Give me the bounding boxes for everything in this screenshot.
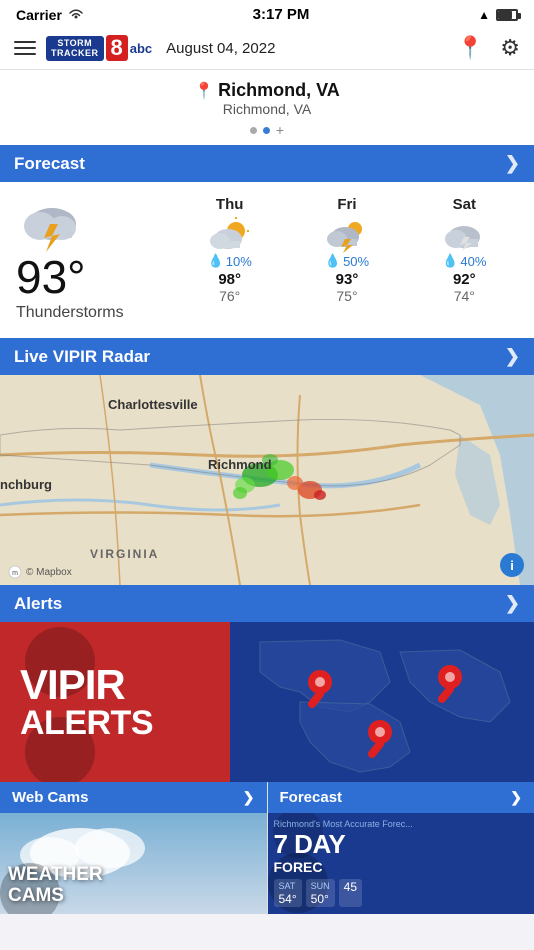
current-condition: Thunderstorms	[16, 304, 124, 322]
forecast-section-header[interactable]: Forecast ❯	[0, 145, 534, 182]
fri-lo: 75°	[336, 288, 357, 304]
forecast-bottom-chevron-icon: ❯	[510, 789, 522, 806]
webcams-header[interactable]: Web Cams ❯	[0, 782, 267, 813]
logo-tracker: TRACKER	[51, 48, 99, 58]
fri-precip: 💧 50%	[325, 253, 369, 269]
forecast-7day-title: 7 DAY	[274, 831, 529, 857]
forecast-card: 93° Thunderstorms Thu 💧 1	[0, 182, 534, 338]
map-city-charlottesville: Charlottesville	[108, 397, 198, 412]
app-logo: STORM TRACKER 8 abc	[46, 35, 152, 61]
forecast-day-sat: SAT 54°	[274, 879, 302, 907]
radar-map[interactable]: Charlottesville Richmond nchburg VIRGINI…	[0, 375, 534, 585]
logo-abc: abc	[130, 41, 152, 56]
thu-hi: 98°	[218, 271, 241, 288]
dot-active[interactable]	[263, 127, 270, 134]
alerts-text: VIPIR ALERTS	[0, 644, 173, 760]
forecast-day-sun: SUN 50°	[306, 879, 335, 907]
menu-button[interactable]	[14, 41, 36, 55]
forecast-temp-row: SAT 54° SUN 50° 45	[274, 879, 529, 907]
logo-number: 8	[106, 35, 128, 61]
webcams-text: WEATHER CAMS	[8, 865, 103, 907]
map-svg	[0, 375, 534, 585]
webcams-chevron-icon: ❯	[243, 789, 255, 806]
sat-weather-icon	[442, 217, 486, 253]
location-pin-icon[interactable]: 📍	[457, 35, 484, 61]
map-city-richmond: Richmond	[208, 457, 272, 472]
forecast-bottom-label: Forecast	[280, 789, 343, 806]
alerts-chevron-icon: ❯	[505, 593, 520, 614]
battery-icon	[496, 9, 518, 21]
forecast-tagline: Richmond's Most Accurate Forec...	[274, 819, 529, 829]
thu-weather-icon	[208, 217, 252, 253]
current-temp: 93°	[16, 254, 86, 300]
forecast-bottom-card[interactable]: Forecast ❯ Richmond's Most Accurate Fore…	[268, 782, 534, 915]
location-subname: Richmond, VA	[16, 101, 518, 117]
location-arrow-icon: ▲	[478, 8, 490, 22]
status-bar: Carrier 3:17 PM ▲	[0, 0, 534, 27]
forecast-bottom-content: Richmond's Most Accurate Forec... 7 DAY …	[268, 813, 534, 914]
alerts-card[interactable]: VIPIR ALERTS	[0, 622, 534, 782]
mapbox-logo-icon: m	[8, 565, 22, 579]
dot-add[interactable]: +	[276, 123, 284, 137]
forecast-chevron-icon: ❯	[505, 153, 520, 174]
day-thu-label: Thu	[216, 196, 244, 213]
header-date: August 04, 2022	[166, 40, 447, 57]
thu-precip: 💧 10%	[208, 253, 252, 269]
radar-section-label: Live VIPIR Radar	[14, 347, 150, 367]
wifi-icon	[68, 7, 84, 23]
alerts-sub-label: ALERTS	[20, 706, 153, 740]
forecast-day-sat: Sat 💧 40% 92° 74°	[429, 196, 499, 304]
alerts-vipir-label: VIPIR	[20, 664, 153, 706]
webcams-card[interactable]: Web Cams ❯ WEATHER	[0, 782, 267, 915]
fri-hi: 93°	[336, 271, 359, 288]
forecast-days: Thu 💧 10% 98° 76°	[176, 196, 518, 304]
logo-storm: STORM	[57, 38, 92, 48]
state-label: VIRGINIA	[90, 547, 159, 561]
header-icons: 📍 ⚙	[457, 35, 520, 61]
sat-hi: 92°	[453, 271, 476, 288]
forecast-day-fri: Fri 💧 50% 93° 75°	[312, 196, 382, 304]
app-header: STORM TRACKER 8 abc August 04, 2022 📍 ⚙	[0, 27, 534, 70]
fri-weather-icon	[325, 217, 369, 253]
alerts-section-label: Alerts	[14, 594, 62, 614]
day-fri-label: Fri	[337, 196, 356, 213]
status-right: ▲	[478, 8, 518, 22]
forecast-bottom-header[interactable]: Forecast ❯	[268, 782, 534, 813]
sat-precip: 💧 40%	[442, 253, 486, 269]
time-display: 3:17 PM	[253, 6, 310, 23]
svg-text:m: m	[12, 570, 18, 577]
bottom-cards: Web Cams ❯ WEATHER	[0, 782, 534, 915]
carrier-label: Carrier	[16, 7, 62, 23]
location-section: 📍 Richmond, VA Richmond, VA +	[0, 70, 534, 145]
alerts-section-header[interactable]: Alerts ❯	[0, 585, 534, 622]
forecast-temp-extra: 45	[339, 879, 362, 907]
forecast-day-thu: Thu 💧 10% 98° 76°	[195, 196, 265, 304]
location-indicator-icon: 📍	[194, 81, 214, 101]
location-name: Richmond, VA	[218, 80, 340, 101]
webcams-label: Web Cams	[12, 789, 88, 806]
radar-section-header[interactable]: Live VIPIR Radar ❯	[0, 338, 534, 375]
forecast-bottom-text: Richmond's Most Accurate Forec... 7 DAY …	[274, 819, 529, 907]
forecast-section-label: Forecast	[14, 154, 85, 174]
location-dots: +	[16, 123, 518, 137]
dot-inactive[interactable]	[250, 127, 257, 134]
mapbox-label: © Mapbox	[26, 567, 72, 578]
webcams-line2: CAMS	[8, 886, 103, 907]
webcams-content: WEATHER CAMS	[0, 813, 267, 914]
mapbox-credit: m © Mapbox	[8, 565, 72, 579]
forecast-current: 93° Thunderstorms	[16, 196, 176, 322]
thu-lo: 76°	[219, 288, 240, 304]
settings-icon[interactable]: ⚙	[500, 35, 520, 61]
forecast-forec-label: FOREC	[274, 859, 529, 875]
day-sat-label: Sat	[453, 196, 476, 213]
radar-chevron-icon: ❯	[505, 346, 520, 367]
current-weather-icon	[16, 196, 88, 254]
sat-lo: 74°	[454, 288, 475, 304]
status-left: Carrier	[16, 7, 84, 23]
map-city-lynchburg: nchburg	[0, 477, 52, 492]
webcams-line1: WEATHER	[8, 865, 103, 886]
